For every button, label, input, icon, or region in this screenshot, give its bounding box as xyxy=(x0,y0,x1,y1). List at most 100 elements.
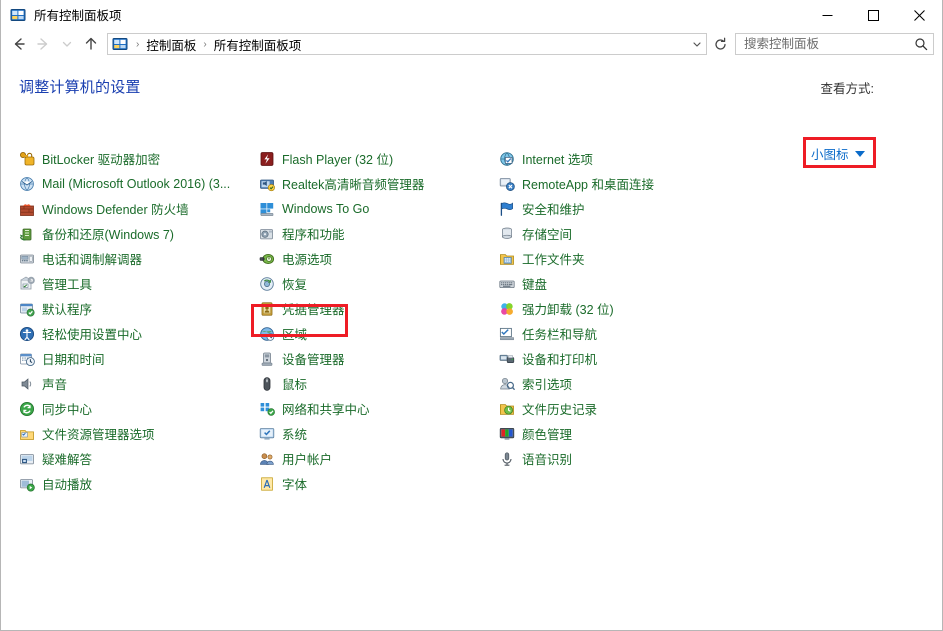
sync-center-icon xyxy=(19,401,35,417)
internet-options-icon xyxy=(499,151,515,167)
autoplay-icon xyxy=(19,476,35,492)
file-history-icon xyxy=(499,401,515,417)
phone-modem-icon xyxy=(19,251,35,267)
close-button[interactable] xyxy=(896,0,942,30)
taskbar-navigation-icon xyxy=(499,326,515,342)
control-panel-icon xyxy=(112,36,128,52)
control-panel-item[interactable]: 工作文件夹 xyxy=(495,246,755,271)
control-panel-item[interactable]: 键盘 xyxy=(495,271,755,296)
control-panel-item[interactable]: Flash Player (32 位) xyxy=(255,146,495,171)
forward-button[interactable] xyxy=(31,32,55,56)
control-panel-item[interactable]: BitLocker 驱动器加密 xyxy=(15,146,255,171)
control-panel-item[interactable]: 网络和共享中心 xyxy=(255,396,495,421)
region-icon xyxy=(259,326,275,342)
control-panel-item-label: RemoteApp 和桌面连接 xyxy=(522,178,654,192)
control-panel-item[interactable]: 强力卸载 (32 位) xyxy=(495,296,755,321)
view-by-label: 查看方式: xyxy=(820,82,874,96)
control-panel-item-label: 系统 xyxy=(282,428,308,442)
control-panel-item[interactable]: 区域 xyxy=(255,321,495,346)
ease-of-access-icon xyxy=(19,326,35,342)
control-panel-item[interactable]: 电话和调制解调器 xyxy=(15,246,255,271)
control-panel-item-label: 工作文件夹 xyxy=(522,253,585,267)
control-panel-item-label: Windows Defender 防火墙 xyxy=(42,203,189,217)
color-management-icon xyxy=(499,426,515,442)
control-panel-item[interactable]: Realtek高清晰音频管理器 xyxy=(255,171,495,196)
control-panel-item[interactable]: 语音识别 xyxy=(495,446,755,471)
control-panel-item[interactable]: 文件资源管理器选项 xyxy=(15,421,255,446)
breadcrumb-control-panel[interactable]: 控制面板 xyxy=(143,35,199,54)
address-dropdown-icon[interactable] xyxy=(688,34,706,54)
control-panel-item[interactable]: Windows To Go xyxy=(255,196,495,221)
user-accounts-icon xyxy=(259,451,275,467)
control-panel-item-label: 自动播放 xyxy=(42,478,93,492)
fonts-icon xyxy=(259,476,275,492)
control-panel-item-label: 任务栏和导航 xyxy=(522,328,598,342)
control-panel-item[interactable]: 恢复 xyxy=(255,271,495,296)
control-panel-item[interactable]: 程序和功能 xyxy=(255,221,495,246)
control-panel-item[interactable]: 日期和时间 xyxy=(15,346,255,371)
control-panel-item[interactable]: 系统 xyxy=(255,421,495,446)
work-folders-icon xyxy=(499,251,515,267)
control-panel-item[interactable]: 安全和维护 xyxy=(495,196,755,221)
control-panel-item[interactable]: 索引选项 xyxy=(495,371,755,396)
control-panel-item[interactable]: 自动播放 xyxy=(15,471,255,496)
control-panel-item[interactable]: 凭据管理器 xyxy=(255,296,495,321)
control-panel-item-label: 程序和功能 xyxy=(282,228,345,242)
search-input[interactable] xyxy=(736,35,909,53)
search-icon[interactable] xyxy=(909,34,933,54)
control-panel-item[interactable]: 轻松使用设置中心 xyxy=(15,321,255,346)
title-bar: 所有控制面板项 xyxy=(1,0,942,30)
control-panel-item[interactable]: 鼠标 xyxy=(255,371,495,396)
control-panel-item[interactable]: 疑难解答 xyxy=(15,446,255,471)
control-panel-item[interactable]: Windows Defender 防火墙 xyxy=(15,196,255,221)
refresh-button[interactable] xyxy=(709,33,731,55)
window-title: 所有控制面板项 xyxy=(34,9,122,23)
up-button[interactable] xyxy=(79,32,103,56)
control-panel-item[interactable]: 字体 xyxy=(255,471,495,496)
control-panel-item-label: 恢复 xyxy=(282,278,308,292)
mouse-icon xyxy=(259,376,275,392)
control-panel-item[interactable]: Mail (Microsoft Outlook 2016) (3... xyxy=(15,171,255,196)
control-panel-item[interactable]: 文件历史记录 xyxy=(495,396,755,421)
control-panel-item-label: 文件历史记录 xyxy=(522,403,598,417)
breadcrumb-all-items[interactable]: 所有控制面板项 xyxy=(211,35,305,54)
control-panel-item-label: 语音识别 xyxy=(522,453,573,467)
credential-manager-icon xyxy=(259,301,275,317)
back-button[interactable] xyxy=(7,32,31,56)
view-by-group: 查看方式: xyxy=(821,78,874,97)
control-panel-item[interactable]: 管理工具 xyxy=(15,271,255,296)
storage-spaces-icon xyxy=(499,226,515,242)
search-box[interactable] xyxy=(735,33,934,55)
control-panel-item[interactable]: 存储空间 xyxy=(495,221,755,246)
control-panel-item-label: 凭据管理器 xyxy=(282,303,345,317)
recent-locations-button[interactable] xyxy=(55,32,79,56)
control-panel-item[interactable]: 颜色管理 xyxy=(495,421,755,446)
control-panel-item[interactable]: 设备和打印机 xyxy=(495,346,755,371)
address-bar[interactable]: › 控制面板 › 所有控制面板项 xyxy=(107,33,707,55)
control-panel-item[interactable]: Internet 选项 xyxy=(495,146,755,171)
recovery-icon xyxy=(259,276,275,292)
control-panel-item[interactable]: 设备管理器 xyxy=(255,346,495,371)
control-panel-item[interactable]: 电源选项 xyxy=(255,246,495,271)
control-panel-item-label: 索引选项 xyxy=(522,378,573,392)
control-panel-item-label: Mail (Microsoft Outlook 2016) (3... xyxy=(42,176,231,191)
devices-printers-icon xyxy=(499,351,515,367)
date-time-icon xyxy=(19,351,35,367)
control-panel-item-label: 默认程序 xyxy=(42,303,93,317)
control-panel-item[interactable]: RemoteApp 和桌面连接 xyxy=(495,171,755,196)
control-panel-item[interactable]: 备份和还原(Windows 7) xyxy=(15,221,255,246)
control-panel-item[interactable]: 任务栏和导航 xyxy=(495,321,755,346)
firewall-icon xyxy=(19,201,35,217)
minimize-button[interactable] xyxy=(804,0,850,30)
flash-player-icon xyxy=(259,151,275,167)
control-panel-item[interactable]: 声音 xyxy=(15,371,255,396)
control-panel-item[interactable]: 用户帐户 xyxy=(255,446,495,471)
system-icon xyxy=(259,426,275,442)
maximize-button[interactable] xyxy=(850,0,896,30)
control-panel-item[interactable]: 同步中心 xyxy=(15,396,255,421)
control-panel-item-label: 管理工具 xyxy=(42,278,93,292)
troubleshooting-icon xyxy=(19,451,35,467)
control-panel-item-label: 区域 xyxy=(282,328,308,342)
programs-features-icon xyxy=(259,226,275,242)
control-panel-item[interactable]: 默认程序 xyxy=(15,296,255,321)
